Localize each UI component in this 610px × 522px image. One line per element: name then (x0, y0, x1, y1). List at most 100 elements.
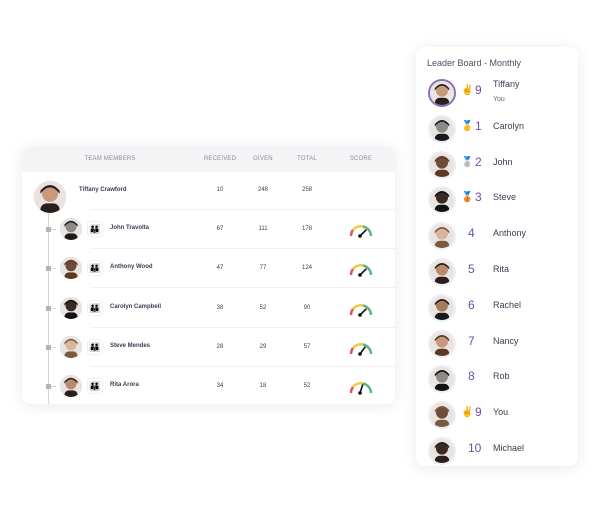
leaderboard-card: Leader Board - Monthly ✌ 9 Tiffany You 🥇 1 Car… (416, 47, 578, 466)
given-value: 77 (259, 265, 267, 272)
avatar (60, 375, 82, 398)
total-value: 124 (301, 265, 313, 272)
leader-name: Anthony (493, 228, 527, 239)
avatar (428, 329, 456, 358)
leaderboard-row[interactable]: 4 Anthony (416, 219, 578, 253)
silver-medal-icon: 🥈 (461, 156, 474, 168)
leaderboard-row[interactable]: ✌ 9 You (416, 398, 578, 432)
avatar (428, 401, 456, 430)
tree-node (46, 266, 51, 272)
leaderboard-row[interactable]: 5 Rita (416, 255, 578, 289)
leader-name: Tiffany (493, 79, 520, 89)
member-name: Carolyn Campbell (110, 303, 162, 310)
rank-number: 3 (475, 190, 482, 205)
given-value: 29 (259, 343, 267, 350)
leader-name: Rob (493, 371, 510, 382)
score-gauge (348, 302, 374, 323)
team-icon: 👪 (88, 261, 102, 276)
avatar (428, 437, 456, 465)
member-name: Rita Arora (110, 382, 139, 389)
leader-name: You (493, 407, 509, 418)
leader-name: Nancy (493, 335, 519, 346)
given-value: 248 (257, 187, 269, 193)
total-value: 57 (303, 343, 311, 350)
leader-name: Michael (493, 443, 525, 453)
leaderboard-row[interactable]: 🥉 3 Steve (416, 183, 578, 217)
total-value: 90 (303, 304, 311, 311)
team-icon: 👪 (88, 300, 102, 315)
received-value: 34 (216, 383, 224, 390)
given-value: 18 (259, 383, 267, 390)
avatar (428, 258, 456, 286)
column-header-total[interactable]: TOTAL (297, 156, 317, 162)
team-members-table: TEAM MEMBERS RECEIVED GIVEN TOTAL SCORE Tiff… (22, 147, 395, 404)
avatar (428, 150, 456, 179)
given-value: 52 (259, 304, 267, 311)
victory-hand-icon: ✌ (461, 85, 474, 96)
rank-number: 1 (475, 118, 482, 133)
team-icon: 👪 (88, 379, 102, 394)
rank-number: 10 (468, 441, 482, 455)
leaderboard-title: Leader Board - Monthly (427, 58, 522, 68)
tree-node (46, 305, 51, 311)
leaderboard-row[interactable]: 8 Rob (416, 362, 578, 396)
row-divider (90, 326, 395, 328)
victory-hand-icon: ✌ (461, 407, 474, 419)
tree-line (48, 205, 49, 404)
you-label: You (493, 96, 505, 103)
leaderboard-row[interactable]: 10 Michael (416, 434, 578, 468)
leader-name: Steve (493, 192, 517, 203)
avatar (60, 218, 82, 240)
avatar (428, 186, 456, 215)
column-header-team-members[interactable]: TEAM MEMBERS (84, 156, 135, 162)
column-header-score[interactable]: SCORE (350, 156, 372, 162)
rank-number: 2 (475, 154, 482, 169)
tree-node (46, 344, 51, 350)
leader-name: John (493, 156, 513, 167)
total-value: 178 (301, 226, 313, 232)
leaderboard-row[interactable]: 🥈 2 John (416, 148, 578, 182)
column-header-received[interactable]: RECEIVED (204, 156, 236, 162)
leader-name: Rachel (493, 299, 522, 310)
rank-number: 6 (468, 297, 475, 312)
table-header: TEAM MEMBERS RECEIVED GIVEN TOTAL SCORE (22, 147, 395, 172)
gold-medal-icon: 🥇 (461, 120, 474, 132)
leaderboard-row[interactable]: ✌ 9 Tiffany You (416, 76, 578, 110)
rank-number: 5 (468, 262, 475, 276)
rank-number: 8 (468, 369, 475, 384)
rank-number: 9 (475, 405, 482, 420)
received-value: 67 (216, 226, 224, 232)
avatar (428, 79, 456, 107)
member-name: John Travolta (110, 225, 150, 231)
team-icon: 👪 (88, 222, 102, 236)
avatar (60, 296, 82, 319)
tree-node (46, 384, 51, 390)
member-name: Tiffany Crawford (79, 187, 127, 193)
leaderboard-row[interactable]: 7 Nancy (416, 327, 578, 361)
received-value: 10 (216, 187, 224, 193)
received-value: 47 (216, 265, 224, 272)
total-value: 52 (303, 383, 311, 390)
team-icon: 👪 (88, 339, 102, 354)
row-divider (90, 287, 395, 289)
tree-node (46, 227, 51, 232)
avatar (428, 293, 456, 322)
leaderboard-row[interactable]: 6 Rachel (416, 291, 578, 325)
rank-number: 7 (468, 333, 475, 348)
score-gauge (348, 341, 374, 362)
row-divider (90, 365, 395, 367)
leaderboard-row[interactable]: 🥇 1 Carolyn (416, 112, 578, 146)
leader-name: Carolyn (493, 120, 525, 131)
received-value: 38 (216, 304, 224, 311)
rank-number: 9 (475, 83, 482, 97)
total-value: 258 (301, 187, 313, 193)
bronze-medal-icon: 🥉 (461, 192, 474, 204)
leader-name: Rita (493, 264, 510, 274)
score-gauge (348, 262, 374, 283)
avatar (60, 335, 82, 358)
score-gauge (348, 380, 374, 401)
score-gauge (348, 223, 374, 244)
avatar (428, 222, 456, 251)
rank-number: 4 (468, 226, 475, 241)
column-header-given[interactable]: GIVEN (253, 156, 273, 162)
